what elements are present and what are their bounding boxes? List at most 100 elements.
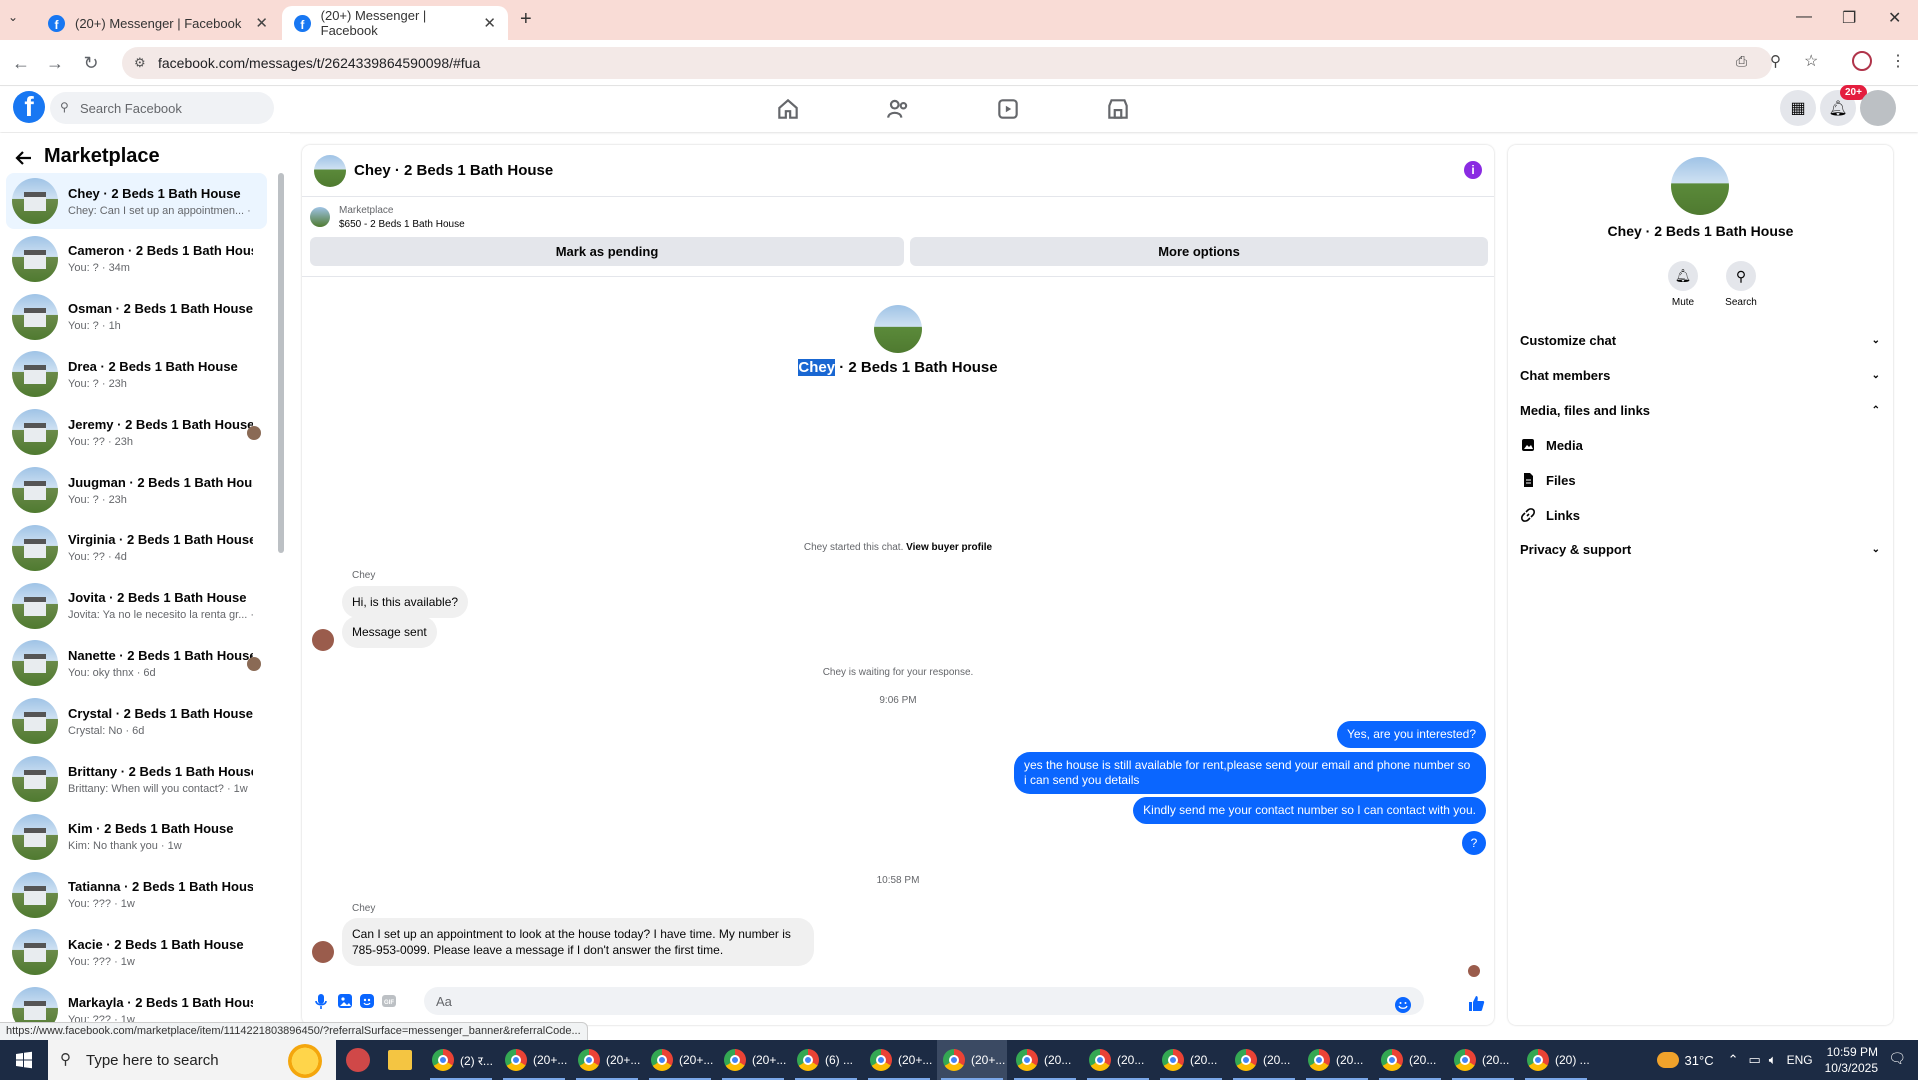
bookmark-star-icon[interactable]: ☆ [1804, 51, 1818, 71]
media-item[interactable]: Media [1520, 437, 1583, 453]
photo-icon[interactable] [336, 992, 354, 1010]
install-app-icon[interactable]: ⎙ [1736, 53, 1747, 70]
conversation-avatar[interactable] [874, 305, 922, 353]
incoming-message[interactable]: Hi, is this available? [342, 586, 469, 618]
conversation-item[interactable]: Jeremy · 2 Beds 1 Bath House You: ?? · 23… [6, 404, 267, 460]
chat-members-row[interactable]: Chat members ⌄ [1520, 368, 1880, 383]
taskbar-chrome-window[interactable]: (20... [1156, 1040, 1226, 1080]
new-tab-icon[interactable]: + [520, 8, 532, 31]
close-window-icon[interactable]: ✕ [1888, 8, 1901, 28]
forward-icon[interactable]: → [44, 52, 66, 74]
chat-avatar[interactable] [314, 154, 346, 187]
mute-button[interactable]: 🔔︎ Mute [1660, 261, 1706, 308]
listing-price[interactable]: $650 - 2 Beds 1 Bath House [339, 219, 465, 230]
sidebar-scrollbar[interactable] [278, 173, 284, 553]
taskbar-chrome-window[interactable]: (20+... [864, 1040, 934, 1080]
url-field[interactable]: ⚙ facebook.com/messages/t/26243398645900… [122, 47, 1772, 79]
conversation-item[interactable]: Markayla · 2 Beds 1 Bath House You: ??? ·… [6, 982, 267, 1025]
conversation-item[interactable]: Juugman · 2 Beds 1 Bath House You: ? · 23… [6, 462, 267, 518]
browser-tab-1[interactable]: f (20+) Messenger | Facebook ✕ [36, 6, 280, 40]
language-indicator[interactable]: ENG [1787, 1053, 1813, 1067]
customize-chat-row[interactable]: Customize chat ⌄ [1520, 333, 1880, 348]
taskbar-chrome-window[interactable]: (20... [1448, 1040, 1518, 1080]
conversation-item[interactable]: Kim · 2 Beds 1 Bath House Kim: No thank y… [6, 809, 267, 865]
sender-avatar[interactable] [312, 629, 334, 651]
facebook-search-input[interactable]: ⚲ Search Facebook [50, 92, 274, 124]
files-item[interactable]: Files [1520, 472, 1576, 488]
close-tab-icon[interactable]: ✕ [483, 14, 496, 32]
conversation-item[interactable]: Virginia · 2 Beds 1 Bath House You: ?? · … [6, 520, 267, 576]
microphone-icon[interactable] [312, 992, 330, 1010]
browser-tab-2[interactable]: f (20+) Messenger | Facebook ✕ [282, 6, 508, 40]
tab-search-icon[interactable]: ⌄ [8, 10, 30, 30]
conversation-item[interactable]: Kacie · 2 Beds 1 Bath House You: ??? · 1w [6, 924, 267, 980]
video-icon[interactable] [995, 96, 1021, 122]
menu-grid-icon[interactable]: ▦ [1780, 90, 1816, 126]
taskbar-chrome-window[interactable]: (20+... [937, 1040, 1007, 1080]
message-input[interactable]: Aa [424, 987, 1424, 1015]
taskbar-chrome-window[interactable]: (20+... [572, 1040, 642, 1080]
media-files-links-row[interactable]: Media, files and links ⌃ [1520, 403, 1880, 418]
taskbar-chrome-window[interactable]: (6) ... [791, 1040, 861, 1080]
taskbar-chrome-window[interactable]: (2) र... [426, 1040, 496, 1080]
restore-icon[interactable]: ❐ [1842, 8, 1856, 28]
account-avatar[interactable] [1860, 90, 1896, 126]
emoji-icon[interactable] [1394, 996, 1412, 1014]
conversation-item[interactable]: Nanette · 2 Beds 1 Bath House You: oky th… [6, 635, 267, 691]
search-chat-button[interactable]: ⚲ Search [1718, 261, 1764, 308]
profile-avatar[interactable] [1671, 157, 1729, 215]
taskbar-chrome-window[interactable]: (20... [1083, 1040, 1153, 1080]
listing-thumbnail[interactable] [310, 207, 330, 227]
zoom-icon[interactable]: ⚲ [1770, 52, 1781, 70]
temperature[interactable]: 31°C [1685, 1053, 1714, 1068]
reload-icon[interactable]: ↻ [80, 52, 102, 74]
mark-pending-button[interactable]: Mark as pending [310, 237, 904, 266]
marketplace-icon[interactable] [1105, 96, 1131, 122]
outgoing-message[interactable]: Kindly send me your contact number so I … [1133, 797, 1486, 824]
conversation-item[interactable]: Brittany · 2 Beds 1 Bath House Brittany: … [6, 751, 267, 807]
conversation-item[interactable]: Osman · 2 Beds 1 Bath House You: ? · 1h [6, 289, 267, 345]
outgoing-message[interactable]: Yes, are you interested? [1337, 721, 1486, 748]
network-icon[interactable]: ▭ [1748, 1052, 1760, 1068]
sender-avatar[interactable] [312, 941, 334, 963]
friends-icon[interactable] [885, 96, 911, 122]
taskbar-search-input[interactable]: ⚲ Type here to search [48, 1040, 336, 1080]
conversation-item[interactable]: Drea · 2 Beds 1 Bath House You: ? · 23h [6, 346, 267, 402]
incoming-message[interactable]: Message sent [342, 616, 437, 648]
taskbar-chrome-window[interactable]: (20+... [499, 1040, 569, 1080]
taskbar-chrome-window[interactable]: (20+... [645, 1040, 715, 1080]
taskbar-chrome-window[interactable]: (20... [1302, 1040, 1372, 1080]
app-icon[interactable] [346, 1048, 370, 1072]
volume-icon[interactable]: 🔈︎ [1769, 1052, 1777, 1068]
taskbar-chrome-window[interactable]: (20... [1010, 1040, 1080, 1080]
close-tab-icon[interactable]: ✕ [255, 14, 268, 32]
chevron-up-icon[interactable]: ⌃ [1728, 1052, 1739, 1068]
conversation-item[interactable]: Cameron · 2 Beds 1 Bath House You: ? · 34… [6, 231, 267, 287]
outgoing-message[interactable]: yes the house is still available for ren… [1014, 752, 1486, 794]
clock[interactable]: 10:59 PM 10/3/2025 [1825, 1044, 1878, 1076]
conversation-item[interactable]: Crystal · 2 Beds 1 Bath House Crystal: No… [6, 693, 267, 749]
conversation-item[interactable]: Chey · 2 Beds 1 Bath House Chey: Can I se… [6, 173, 267, 229]
chat-title[interactable]: Chey · 2 Beds 1 Bath House [354, 162, 553, 179]
view-buyer-profile-link[interactable]: View buyer profile [906, 542, 992, 553]
taskbar-chrome-window[interactable]: (20... [1375, 1040, 1445, 1080]
browser-menu-icon[interactable]: ⋮ [1890, 51, 1906, 71]
outgoing-message[interactable]: ? [1462, 831, 1486, 855]
gif-icon[interactable]: GIF [380, 992, 398, 1010]
home-icon[interactable] [775, 96, 801, 122]
conversation-item[interactable]: Jovita · 2 Beds 1 Bath House Jovita: Ya n… [6, 578, 267, 634]
facebook-logo-icon[interactable]: f [13, 91, 45, 123]
weather-icon[interactable] [1656, 1052, 1679, 1068]
taskbar-chrome-window[interactable]: (20) ... [1521, 1040, 1591, 1080]
info-icon[interactable]: i [1464, 161, 1482, 179]
notification-center-icon[interactable]: 🗨︎ [1888, 1050, 1906, 1067]
privacy-support-row[interactable]: Privacy & support ⌄ [1520, 542, 1880, 557]
incoming-message[interactable]: Can I set up an appointment to look at t… [342, 918, 814, 966]
profile-icon[interactable] [1852, 51, 1872, 71]
conversation-item[interactable]: Tatianna · 2 Beds 1 Bath House You: ??? ·… [6, 867, 267, 923]
start-button[interactable] [0, 1040, 48, 1080]
taskbar-chrome-window[interactable]: (20... [1229, 1040, 1299, 1080]
sticker-icon[interactable] [358, 992, 376, 1010]
taskbar-chrome-window[interactable]: (20+... [718, 1040, 788, 1080]
file-explorer-icon[interactable] [388, 1050, 412, 1070]
